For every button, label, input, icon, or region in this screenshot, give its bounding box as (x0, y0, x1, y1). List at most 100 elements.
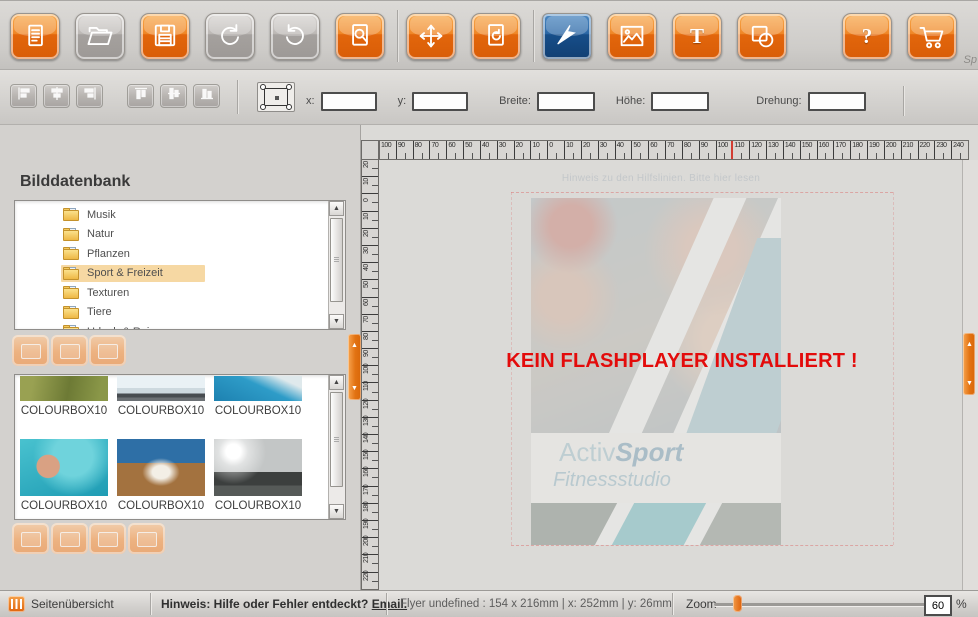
arrow-down-icon: ▼ (963, 380, 976, 387)
x-field[interactable] (321, 92, 377, 111)
insert-image-button[interactable] (607, 13, 657, 60)
undo-button[interactable] (205, 13, 255, 60)
ruler-tick: 60 (362, 298, 378, 315)
align-top-icon (133, 86, 149, 106)
tree-item-natur[interactable]: Natur (15, 225, 328, 245)
folder-icon (63, 325, 80, 330)
redo-button[interactable] (270, 13, 320, 60)
cart-button[interactable] (907, 13, 957, 60)
insert-text-button[interactable]: T (672, 13, 722, 60)
height-field[interactable] (651, 92, 709, 111)
thumbnail-image-cyclists-sky[interactable] (117, 376, 205, 401)
folder-icon (63, 286, 80, 299)
thumbnail-item: COLOURBOX10 (214, 376, 302, 417)
tree-item-pflanzen[interactable]: Pflanzen (15, 244, 328, 264)
zoom-label: Zoom (686, 597, 717, 611)
ruler-guide-marker (731, 141, 733, 159)
asset-tool-button[interactable] (89, 523, 126, 554)
zoom-value-input[interactable] (924, 595, 952, 616)
thumbnail-image-pool-child[interactable] (20, 439, 108, 496)
shapes-icon (747, 21, 777, 51)
right-panel-collapse-handle[interactable]: ▲ ▼ (963, 333, 975, 395)
asset-tool-group-1 (12, 335, 128, 366)
guide-line-bottom (511, 545, 893, 546)
ruler-tick: 10 (531, 141, 548, 159)
tree-item-urlaub-reisen[interactable]: Urlaub & Reisen (15, 322, 328, 330)
align-buttons (10, 84, 226, 108)
align-center-horizontal-button[interactable] (43, 84, 70, 108)
align-right-button[interactable] (76, 84, 103, 108)
asset-tool-button[interactable] (12, 523, 49, 554)
ruler-tick: 140 (784, 141, 801, 159)
ruler-tick: 30 (498, 141, 515, 159)
object-fields: x:y:Breite:Höhe:Drehung: (306, 86, 904, 116)
zoom-slider-track[interactable] (714, 603, 938, 607)
help-button[interactable]: ? (842, 13, 892, 60)
align-top-button[interactable] (127, 84, 154, 108)
horizontal-ruler: 1009080706050403020100102030405060708090… (379, 140, 969, 160)
vertical-ruler: 2010010203040506070809010011012013014015… (361, 160, 379, 590)
asset-tool-button[interactable] (51, 335, 88, 366)
scrollbar-thumb[interactable] (330, 218, 343, 302)
preview-document-button[interactable] (335, 13, 385, 60)
select-tool-button[interactable] (542, 13, 592, 60)
rotation-field[interactable] (808, 92, 866, 111)
arrow-up-icon: ▲ (348, 342, 361, 349)
new-document-button[interactable] (10, 13, 60, 60)
tree-item-content: Tiere (61, 304, 154, 321)
width-field[interactable] (537, 92, 595, 111)
y-field[interactable] (412, 92, 468, 111)
folder-icon (63, 247, 80, 260)
toolbar-separator (533, 10, 534, 62)
align-bottom-button[interactable] (193, 84, 220, 108)
ruler-tick: 10 (362, 212, 378, 229)
thumbnail-row-2: COLOURBOX10COLOURBOX10COLOURBOX10 (20, 439, 311, 512)
scroll-up-icon[interactable]: ▲ (329, 201, 344, 216)
thumbnail-item: COLOURBOX10 (117, 376, 205, 417)
ruler-tick: 180 (851, 141, 868, 159)
sidebar-collapse-handle[interactable]: ▲ ▼ (348, 334, 361, 400)
zoom-slider-thumb[interactable] (733, 595, 742, 612)
save-document-button[interactable] (140, 13, 190, 60)
guides-hint-text: Hinweis zu den Hilfslinien. Bitte hier l… (521, 173, 801, 184)
asset-tool-button[interactable] (89, 335, 126, 366)
scroll-down-icon[interactable]: ▼ (329, 314, 344, 329)
asset-tool-button[interactable] (51, 523, 88, 554)
tree-item-sport-freizeit[interactable]: Sport & Freizeit (15, 264, 328, 284)
thumbnail-image-bikers-sun[interactable] (214, 439, 302, 496)
align-left-button[interactable] (10, 84, 37, 108)
asset-tool-button[interactable] (12, 335, 49, 366)
corner-partial-text: Sp (964, 54, 977, 66)
scrollbar-thumb[interactable] (330, 392, 343, 487)
status-hint: Hinweis: Hilfe oder Fehler entdeckt? Ema… (161, 597, 407, 611)
tree-item-label: Musik (87, 209, 116, 221)
ruler-tick: 70 (362, 315, 378, 332)
scroll-down-icon[interactable]: ▼ (329, 504, 344, 519)
thumbnail-image-meadow-group[interactable] (20, 376, 108, 401)
tree-item-musik[interactable]: Musik (15, 205, 328, 225)
tree-item-tiere[interactable]: Tiere (15, 303, 328, 323)
asset-tool-button[interactable] (128, 523, 165, 554)
thumbnail-image-sail-water[interactable] (214, 376, 302, 401)
y-field-label: y: (398, 95, 407, 107)
document-icon (20, 21, 50, 51)
transform-tool-button[interactable] (406, 13, 456, 60)
align-middle-vertical-button[interactable] (160, 84, 187, 108)
reset-page-button[interactable] (471, 13, 521, 60)
flyer-brand: ActivSport (559, 439, 683, 465)
folder-icon (63, 306, 80, 319)
insert-shape-button[interactable] (737, 13, 787, 60)
status-separator (386, 593, 387, 615)
width-field-label: Breite: (499, 95, 531, 107)
ruler-tick: 210 (902, 141, 919, 159)
ruler-tick: 20 (362, 229, 378, 246)
open-document-button[interactable] (75, 13, 125, 60)
tree-item-texturen[interactable]: Texturen (15, 283, 328, 303)
pointer-icon (552, 21, 582, 51)
scroll-up-icon[interactable]: ▲ (329, 375, 344, 390)
page-overview-icon[interactable] (8, 596, 25, 612)
thumbnail-scrollbar[interactable]: ▲ ▼ (328, 375, 345, 519)
tree-scrollbar[interactable]: ▲ ▼ (328, 201, 345, 329)
page-overview-button[interactable]: Seitenübersicht (31, 597, 114, 611)
thumbnail-image-sunbathing-deck[interactable] (117, 439, 205, 496)
